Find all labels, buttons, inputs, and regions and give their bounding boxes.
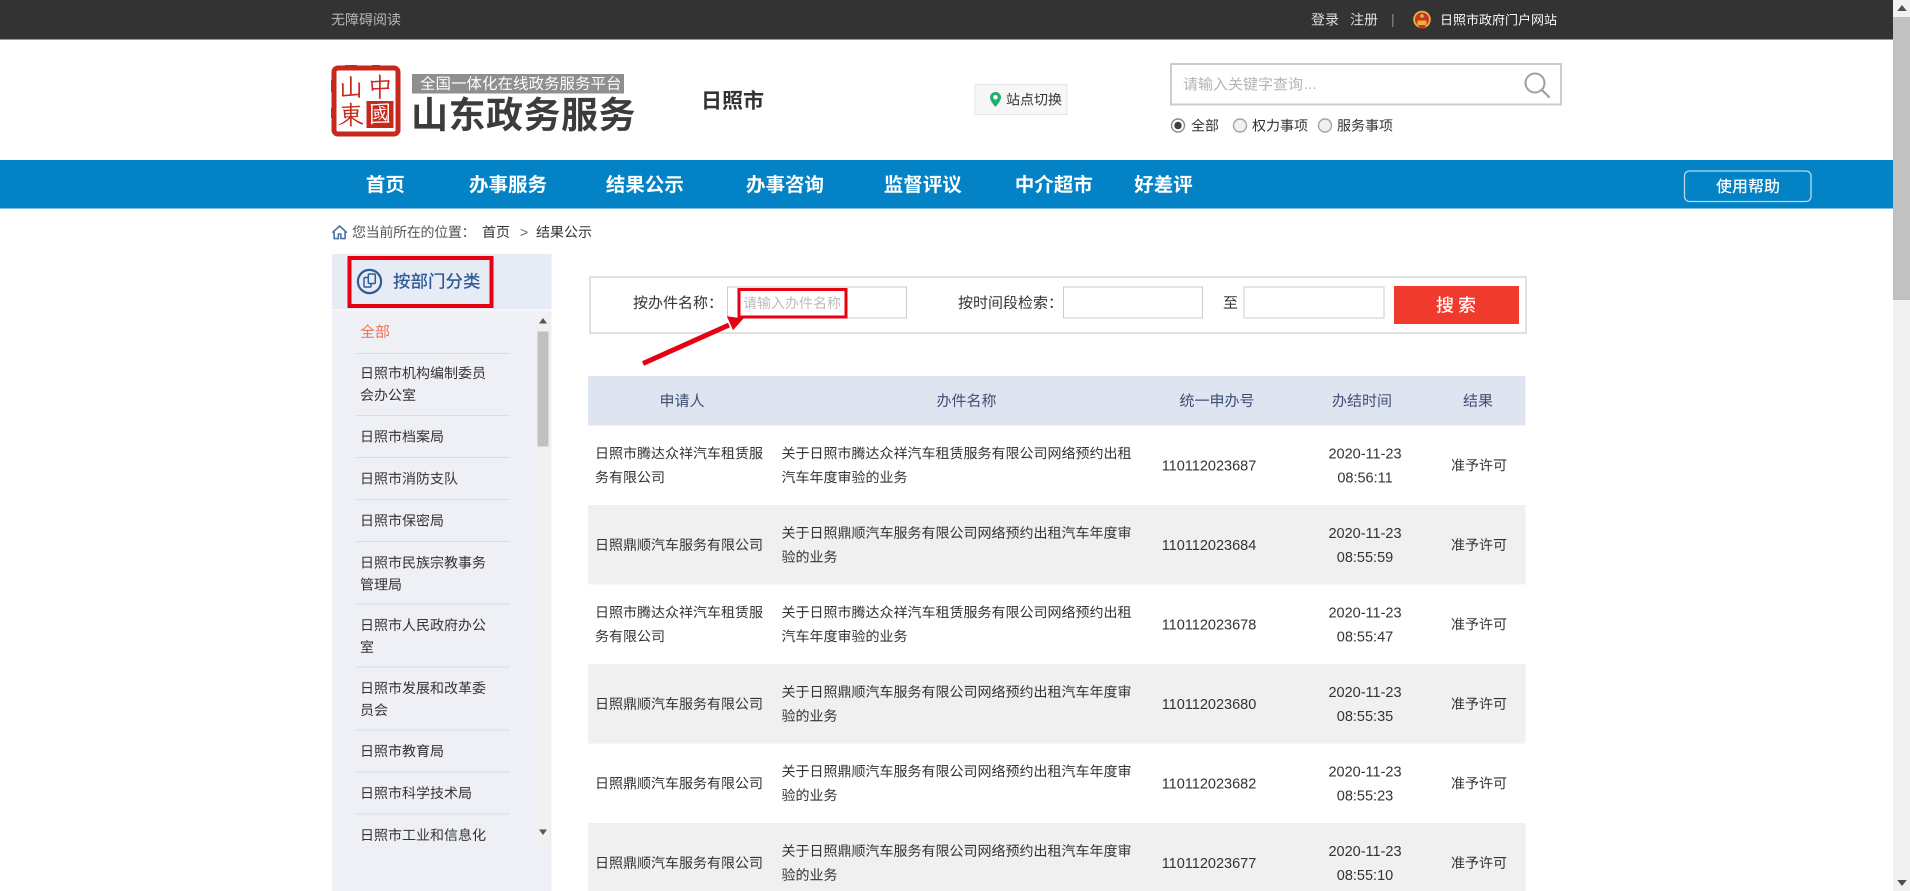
svg-text:2020-11-23: 2020-11-23	[1328, 685, 1401, 701]
svg-text:110112023678: 110112023678	[1162, 617, 1257, 633]
svg-text:110112023687: 110112023687	[1162, 458, 1257, 474]
svg-text:08:55:59: 08:55:59	[1337, 550, 1393, 566]
svg-text:110112023680: 110112023680	[1162, 697, 1257, 713]
svg-text:08:55:23: 08:55:23	[1337, 788, 1393, 804]
svg-text:|: |	[1391, 11, 1395, 27]
svg-text:2020-11-23: 2020-11-23	[1328, 526, 1401, 542]
svg-text:08:55:10: 08:55:10	[1337, 868, 1393, 884]
svg-text:08:55:47: 08:55:47	[1337, 629, 1393, 645]
svg-text:08:56:11: 08:56:11	[1337, 470, 1392, 486]
svg-text:110112023677: 110112023677	[1162, 856, 1257, 872]
svg-text:>: >	[520, 224, 528, 240]
svg-text:110112023682: 110112023682	[1162, 776, 1257, 792]
svg-text:110112023684: 110112023684	[1162, 538, 1257, 554]
svg-text:08:55:35: 08:55:35	[1337, 709, 1393, 725]
svg-text:2020-11-23: 2020-11-23	[1328, 764, 1401, 780]
svg-text:...: ...	[1304, 76, 1317, 93]
svg-text:2020-11-23: 2020-11-23	[1328, 844, 1401, 860]
svg-text:2020-11-23: 2020-11-23	[1328, 446, 1401, 462]
svg-text:2020-11-23: 2020-11-23	[1328, 605, 1401, 621]
